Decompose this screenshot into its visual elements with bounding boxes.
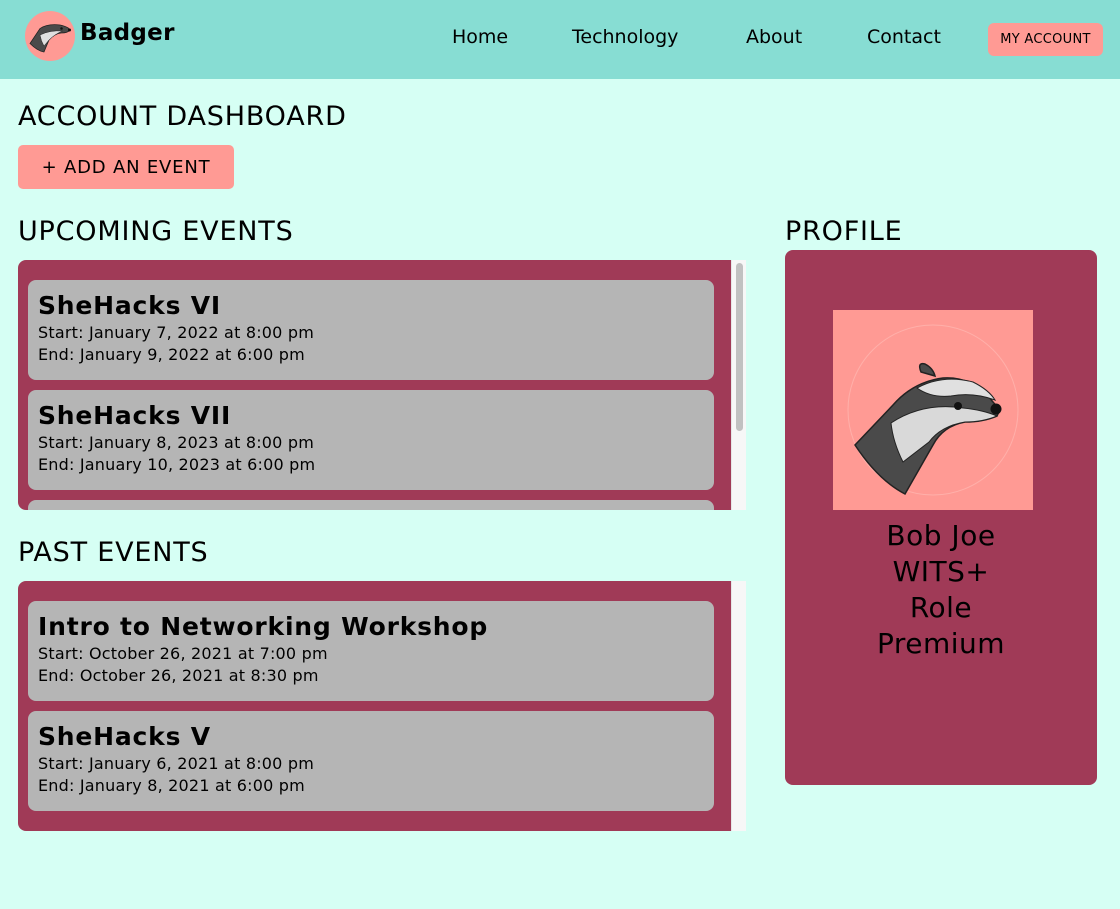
past-events-list[interactable]: Intro to Networking Workshop Start: Octo… [18, 581, 746, 831]
profile-heading: PROFILE [785, 216, 903, 247]
brand-name[interactable]: Badger [80, 20, 175, 46]
nav-technology[interactable]: Technology [572, 26, 678, 48]
upcoming-scrollbar[interactable] [731, 260, 746, 510]
event-title: Intro to Networking Workshop [38, 612, 489, 641]
upcoming-events-heading: UPCOMING EVENTS [18, 216, 294, 247]
top-nav-bar: Badger Home Technology About Contact MY … [0, 0, 1120, 79]
event-card[interactable]: SheHacks V Start: January 6, 2021 at 8:0… [28, 711, 714, 811]
event-card[interactable]: SheHacks VII Start: January 8, 2023 at 8… [28, 390, 714, 490]
past-events-heading: PAST EVENTS [18, 537, 209, 568]
add-event-button[interactable]: + ADD AN EVENT [18, 145, 234, 189]
scrollbar-thumb[interactable] [736, 263, 743, 431]
upcoming-events-scroll-area: SheHacks VI Start: January 7, 2022 at 8:… [18, 260, 731, 510]
badger-icon[interactable] [25, 11, 75, 61]
event-title: SheHacks VII [38, 401, 232, 430]
past-events-scroll-area: Intro to Networking Workshop Start: Octo… [18, 581, 731, 831]
upcoming-events-list[interactable]: SheHacks VI Start: January 7, 2022 at 8:… [18, 260, 746, 510]
nav-contact[interactable]: Contact [867, 26, 941, 48]
event-title: SheHacks V [38, 722, 211, 751]
profile-card: Bob Joe WITS+ Role Premium [785, 250, 1097, 785]
event-start: Start: October 26, 2021 at 7:00 pm [38, 644, 328, 663]
event-title: SheHacks VI [38, 291, 222, 320]
profile-role: Role [909, 591, 973, 624]
event-card[interactable]: SheHacks VI Start: January 7, 2022 at 8:… [28, 280, 714, 380]
profile-organization: WITS+ [892, 555, 990, 588]
event-card-partial[interactable] [28, 500, 714, 510]
event-card[interactable]: Intro to Networking Workshop Start: Octo… [28, 601, 714, 701]
profile-tier: Premium [876, 627, 1006, 660]
event-start: Start: January 8, 2023 at 8:00 pm [38, 433, 314, 452]
my-account-button[interactable]: MY ACCOUNT [988, 23, 1103, 56]
badger-avatar-icon [833, 310, 1033, 510]
nav-about[interactable]: About [746, 26, 802, 48]
past-scrollbar[interactable] [731, 581, 746, 831]
nav-home[interactable]: Home [452, 26, 508, 48]
event-end: End: January 10, 2023 at 6:00 pm [38, 455, 316, 474]
event-start: Start: January 7, 2022 at 8:00 pm [38, 323, 314, 342]
event-end: End: January 8, 2021 at 6:00 pm [38, 776, 305, 795]
profile-name: Bob Joe [886, 519, 996, 552]
event-start: Start: January 6, 2021 at 8:00 pm [38, 754, 314, 773]
event-end: End: October 26, 2021 at 8:30 pm [38, 666, 319, 685]
event-end: End: January 9, 2022 at 6:00 pm [38, 345, 305, 364]
page-title: ACCOUNT DASHBOARD [18, 101, 347, 132]
